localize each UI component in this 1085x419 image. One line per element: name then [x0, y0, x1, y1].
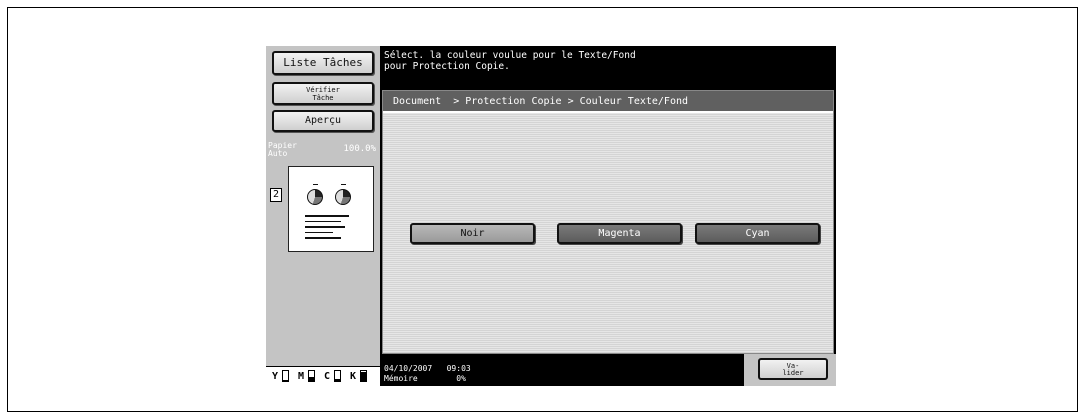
instruction-message: Sélect. la couleur voulue pour le Texte/…	[384, 50, 636, 72]
preview-text-line	[305, 221, 341, 222]
toner-label-k: K	[350, 371, 357, 382]
breadcrumb: Document > Protection Copie > Couleur Te…	[383, 91, 833, 113]
pie-chart-icon	[307, 189, 323, 205]
left-panel: Liste Tâches Vérifier Tâche Aperçu Papie…	[266, 46, 380, 386]
paper-info: Papier Auto 100.0%	[268, 142, 378, 168]
check-job-button[interactable]: Vérifier Tâche	[272, 82, 374, 105]
datetime: 04/10/2007 09:03	[384, 364, 471, 373]
validate-button[interactable]: Va- lider	[758, 358, 828, 380]
toner-fill	[309, 376, 314, 381]
toner-fill	[283, 379, 288, 381]
preview-text-line	[305, 232, 333, 233]
toner-label-y: Y	[272, 371, 279, 382]
toner-bar-k	[360, 370, 367, 382]
toner-label-m: M	[298, 371, 305, 382]
cyan-button[interactable]: Cyan	[695, 223, 820, 244]
ok-area: Va- lider	[744, 354, 836, 386]
toner-fill	[361, 372, 366, 381]
job-list-button[interactable]: Liste Tâches	[272, 51, 374, 75]
pie-chart-icon	[335, 189, 351, 205]
preview-text-line	[305, 226, 345, 228]
toner-bar-m	[308, 370, 315, 382]
main-area: Document > Protection Copie > Couleur Te…	[382, 90, 834, 354]
magenta-button[interactable]: Magenta	[557, 223, 682, 244]
toner-fill	[335, 378, 340, 381]
toner-label-c: C	[324, 371, 331, 382]
preview-dash	[341, 184, 346, 185]
toner-bar-c	[334, 370, 341, 382]
zoom-value: 100.0%	[343, 144, 376, 154]
preview-text-line	[305, 237, 341, 239]
preview-text-line	[305, 215, 349, 217]
page-preview	[288, 166, 374, 252]
page-number-indicator: 2	[270, 188, 282, 202]
toner-bar-y	[282, 370, 289, 382]
toner-levels: YMCK	[266, 366, 380, 386]
paper-label: Papier Auto	[268, 141, 297, 158]
preview-button[interactable]: Aperçu	[272, 110, 374, 132]
control-panel-screen: Liste Tâches Vérifier Tâche Aperçu Papie…	[266, 46, 836, 386]
memory-status: Mémoire 0%	[384, 374, 466, 383]
preview-dash	[313, 184, 318, 185]
status-info: 04/10/2007 09:03 Mémoire 0%	[384, 364, 471, 384]
black-button[interactable]: Noir	[410, 223, 535, 244]
